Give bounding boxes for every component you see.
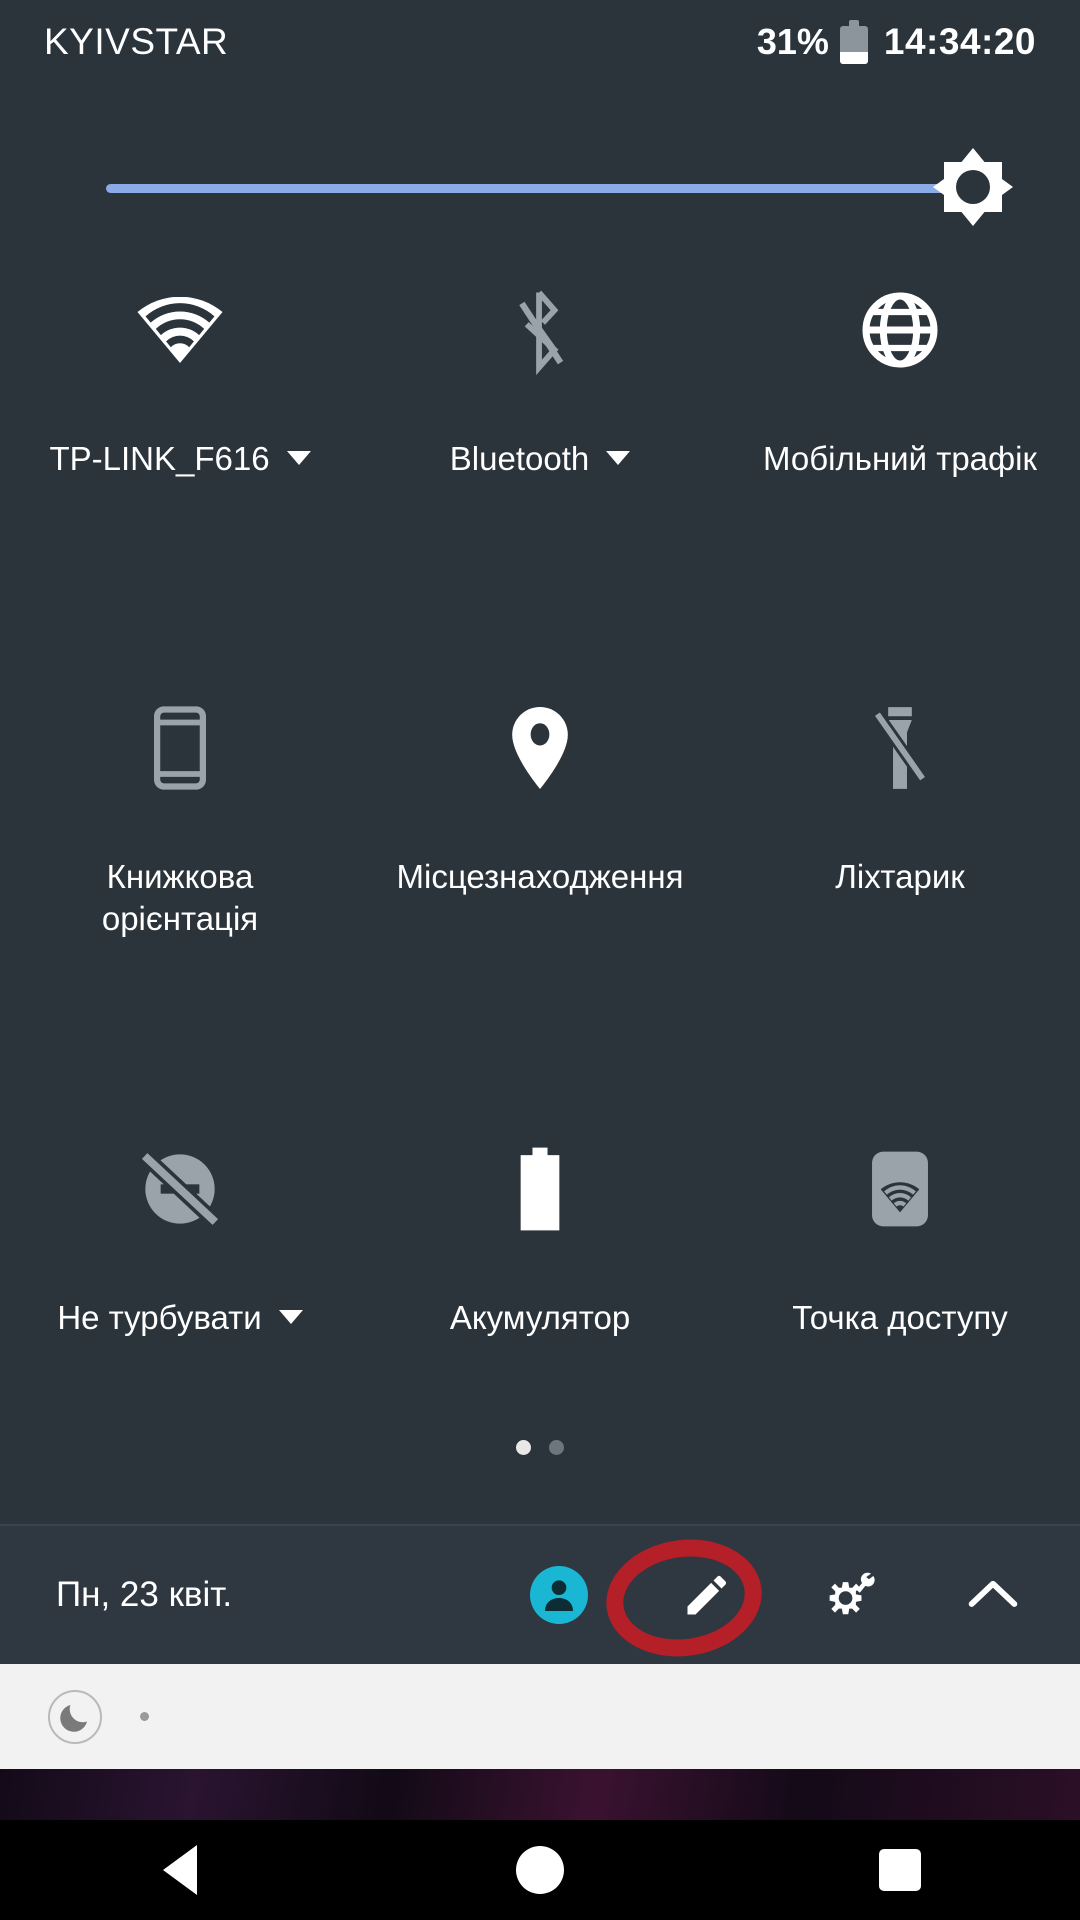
page-dot-2[interactable] — [549, 1440, 564, 1455]
tile-flashlight-label-wrap: Ліхтарик — [755, 856, 1045, 898]
quick-settings-screen: KYIVSTAR 31% 14:34:20 TP-LINK_F616 Bluet… — [0, 0, 1080, 1920]
battery-icon — [839, 20, 868, 64]
user-avatar-icon[interactable] — [530, 1566, 588, 1624]
tile-wifi[interactable]: TP-LINK_F616 — [0, 262, 360, 480]
brightness-slider[interactable] — [0, 148, 1080, 232]
chevron-up-icon[interactable] — [962, 1564, 1024, 1626]
tile-mobile-data[interactable]: Мобільний трафік — [720, 262, 1080, 480]
crescent-moon-icon[interactable] — [48, 1689, 102, 1744]
location-pin-icon — [490, 698, 590, 798]
tile-battery-label-wrap: Акумулятор — [395, 1297, 685, 1339]
carrier-label: KYIVSTAR — [44, 21, 229, 62]
tile-screen-rotation-label: Книжкова орієнтація — [101, 858, 259, 938]
tile-do-not-disturb[interactable]: Не турбувати — [0, 1121, 360, 1339]
chevron-down-icon[interactable] — [286, 451, 311, 465]
chevron-down-icon[interactable] — [278, 1309, 303, 1324]
tile-do-not-disturb-label: Не турбувати — [57, 1298, 262, 1336]
chevron-down-icon[interactable] — [606, 451, 631, 465]
page-dot-1[interactable] — [516, 1440, 531, 1455]
do-not-disturb-icon — [130, 1139, 230, 1239]
battery-full-icon — [490, 1139, 590, 1239]
status-bar: KYIVSTAR 31% 14:34:20 — [0, 0, 1080, 84]
tile-battery[interactable]: Акумулятор — [360, 1121, 720, 1339]
tile-bluetooth[interactable]: Bluetooth — [360, 262, 720, 480]
tile-location-label: Місцезнаходження — [396, 858, 684, 896]
overflow-dot-icon — [140, 1712, 149, 1721]
quick-settings-footer: Пн, 23 квіт. — [0, 1526, 1080, 1664]
tile-flashlight-label: Ліхтарик — [835, 858, 965, 896]
android-navigation-bar — [0, 1820, 1080, 1920]
tile-wifi-label: TP-LINK_F616 — [49, 440, 270, 477]
tile-row-2: Книжкова орієнтація Місцезнаходження Ліх… — [0, 680, 1080, 940]
bluetooth-off-icon — [490, 280, 590, 380]
tile-screen-rotation[interactable]: Книжкова орієнтація — [0, 680, 360, 940]
settings-gear-wrench-icon[interactable] — [816, 1564, 878, 1626]
tile-hotspot-label-wrap: Точка доступу — [755, 1297, 1045, 1339]
tile-location[interactable]: Місцезнаходження — [360, 680, 720, 940]
quick-settings-tile-grid: TP-LINK_F616 Bluetooth Мобільний трафік … — [0, 262, 1080, 1339]
tile-hotspot[interactable]: Точка доступу — [720, 1121, 1080, 1339]
tile-wifi-label-wrap: TP-LINK_F616 — [35, 438, 325, 480]
wallpaper-strip — [0, 1769, 1080, 1820]
tile-location-label-wrap: Місцезнаходження — [395, 856, 685, 898]
tile-screen-rotation-label-wrap: Книжкова орієнтація — [35, 856, 325, 940]
tile-bluetooth-label-wrap: Bluetooth — [395, 438, 685, 480]
notification-shade-strip — [0, 1664, 1080, 1769]
status-bar-right: 31% 14:34:20 — [757, 20, 1036, 64]
tile-mobile-data-label-wrap: Мобільний трафік — [755, 438, 1045, 480]
tile-do-not-disturb-label-wrap: Не турбувати — [35, 1297, 325, 1339]
battery-percent-label: 31% — [756, 21, 829, 62]
nav-back-icon[interactable] — [120, 1820, 240, 1920]
page-indicator — [0, 1440, 1080, 1455]
nav-home-icon[interactable] — [480, 1820, 600, 1920]
brightness-track[interactable] — [106, 184, 968, 193]
brightness-sun-icon[interactable] — [932, 146, 1014, 228]
clock-label: 14:34:20 — [883, 21, 1036, 62]
tile-bluetooth-label: Bluetooth — [449, 440, 590, 477]
tile-hotspot-label: Точка доступу — [792, 1298, 1008, 1336]
tile-battery-label: Акумулятор — [449, 1298, 631, 1336]
flashlight-off-icon — [850, 698, 950, 798]
wifi-icon — [130, 280, 230, 380]
screen-rotation-portrait-icon — [130, 698, 230, 798]
globe-icon — [850, 280, 950, 380]
tile-row-1: TP-LINK_F616 Bluetooth Мобільний трафік — [0, 262, 1080, 480]
pencil-edit-icon[interactable] — [676, 1564, 738, 1626]
tile-flashlight[interactable]: Ліхтарик — [720, 680, 1080, 940]
nav-recents-icon[interactable] — [840, 1820, 960, 1920]
footer-actions — [530, 1564, 1080, 1626]
hotspot-icon — [850, 1139, 950, 1239]
tile-row-3: Не турбувати Акумулятор Точка доступу — [0, 1121, 1080, 1339]
tile-mobile-data-label: Мобільний трафік — [763, 440, 1037, 477]
footer-date-label: Пн, 23 квіт. — [56, 1575, 233, 1614]
